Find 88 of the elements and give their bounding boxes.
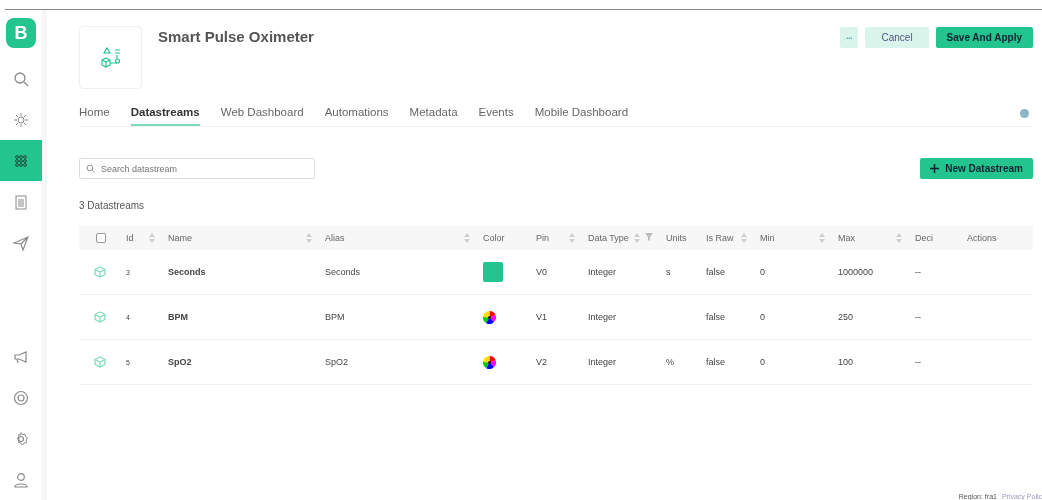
color-wheel-icon[interactable]	[483, 310, 496, 324]
header-cell[interactable]: Data Type	[583, 226, 661, 250]
column-label: Units	[666, 233, 687, 243]
sidebar-item[interactable]	[0, 140, 42, 181]
info-icon[interactable]	[1020, 108, 1029, 118]
table-cell: BPM	[325, 312, 345, 322]
table-cell: false	[706, 267, 725, 277]
table-cell: Seconds	[325, 267, 361, 277]
table-cell: V1	[536, 312, 547, 322]
color-wheel-icon[interactable]	[483, 355, 496, 369]
column-label: Pin	[536, 233, 549, 243]
cube-icon	[94, 356, 106, 368]
header-cell[interactable]: Pin	[531, 226, 583, 250]
table-cell: Integer	[588, 357, 617, 367]
sun-icon	[13, 111, 29, 128]
new-datastream-button[interactable]: New Datastream	[920, 158, 1033, 179]
table-cell: Integer	[588, 312, 617, 322]
search-icon	[13, 70, 29, 87]
column-label: Alias	[325, 233, 345, 243]
sort-icon[interactable]	[149, 233, 155, 243]
megaphone-icon	[13, 348, 29, 365]
search-field[interactable]: Search datastream	[79, 158, 315, 179]
table-cell: 0	[760, 267, 765, 277]
header-cell[interactable]: Alias	[320, 226, 478, 250]
table-cell: false	[706, 357, 725, 367]
sort-icon[interactable]	[741, 233, 747, 243]
sort-icon[interactable]	[464, 233, 470, 243]
table-cell: BPM	[168, 312, 188, 322]
table-cell: 0	[760, 357, 765, 367]
device-icon	[98, 46, 123, 69]
datastream-count: 3 Datastreams	[79, 200, 146, 211]
tab[interactable]: Events	[478, 106, 514, 126]
table-cell: 0	[760, 312, 765, 322]
table-cell: --	[915, 312, 921, 322]
sort-icon[interactable]	[569, 233, 575, 243]
header-cell[interactable]: Id	[121, 226, 163, 250]
header-cell[interactable]: Is Raw	[701, 226, 755, 250]
sort-icon[interactable]	[634, 233, 640, 243]
plus-icon	[930, 164, 940, 173]
tab[interactable]: Metadata	[409, 106, 458, 126]
table-cell: s	[666, 267, 671, 277]
tab[interactable]: Datastreams	[130, 106, 200, 126]
header-cell[interactable]: Max	[833, 226, 910, 250]
color-swatch[interactable]	[483, 262, 503, 282]
tab[interactable]: Automations	[324, 106, 389, 126]
table-cell: 250	[838, 312, 854, 322]
select-all-checkbox[interactable]	[96, 233, 106, 243]
table-cell: SpO2	[168, 357, 192, 367]
column-label: Name	[168, 233, 192, 243]
tab[interactable]: Home	[79, 106, 110, 126]
table-cell: V2	[536, 357, 547, 367]
table-cell: --	[915, 357, 921, 367]
table-cell: %	[666, 357, 674, 367]
column-label: Is Raw	[706, 233, 734, 243]
column-label: Min	[760, 233, 775, 243]
tab[interactable]: Web Dashboard	[220, 106, 304, 126]
column-label: Color	[483, 233, 505, 243]
table-cell: false	[706, 312, 725, 322]
header-cell[interactable]: Min	[755, 226, 833, 250]
table-cell: V0	[536, 267, 547, 277]
table-cell: SpO2	[325, 357, 348, 367]
column-label: Deci	[915, 233, 933, 243]
lifebuoy-icon	[13, 389, 29, 406]
sort-icon[interactable]	[819, 233, 825, 243]
tab[interactable]: Mobile Dashboard	[534, 106, 629, 126]
cube-icon	[94, 311, 106, 323]
table-cell: Seconds	[168, 267, 206, 277]
page-title: Smart Pulse Oximeter	[158, 28, 315, 45]
sort-icon[interactable]	[306, 233, 312, 243]
table-cell: 1000000	[838, 267, 874, 277]
table-cell: 100	[838, 357, 854, 367]
paper-plane-icon	[13, 234, 29, 251]
search-icon	[86, 164, 95, 173]
column-label: Max	[838, 233, 855, 243]
column-label: Actions	[967, 233, 997, 243]
cube-icon	[94, 266, 106, 278]
grid-icon	[13, 152, 29, 169]
save-button[interactable]: Save And Apply	[935, 27, 1033, 48]
table-cell: Integer	[588, 267, 617, 277]
building-icon	[13, 193, 29, 210]
column-label: Id	[126, 233, 134, 243]
filter-icon[interactable]	[645, 233, 653, 241]
cancel-button[interactable]: Cancel	[865, 27, 929, 48]
header-cell[interactable]: Name	[163, 226, 320, 250]
column-label: Data Type	[588, 233, 629, 243]
user-icon	[13, 471, 29, 488]
table-cell: --	[915, 267, 921, 277]
sort-icon[interactable]	[896, 233, 902, 243]
